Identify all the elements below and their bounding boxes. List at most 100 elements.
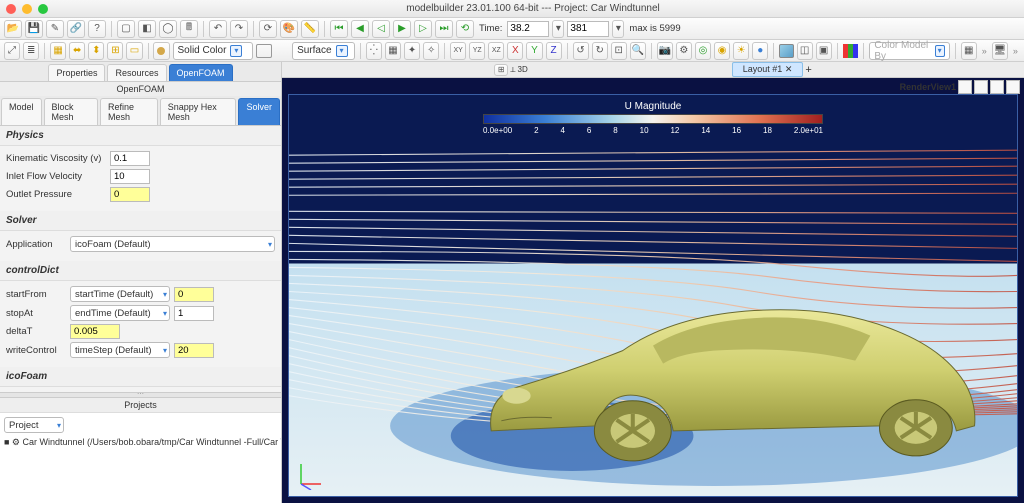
wireframe-icon[interactable]: ▦ xyxy=(385,42,401,60)
last-frame-icon[interactable]: ⏭ xyxy=(435,20,453,38)
axes-2d-icon[interactable]: ⟂ xyxy=(510,65,515,75)
box-tool-icon[interactable]: ▢ xyxy=(117,20,135,38)
viewport[interactable]: U Magnitude 0.0e+00246810121416182.0e+01 xyxy=(288,94,1018,497)
palette-icon[interactable]: 🎨 xyxy=(280,20,298,38)
project-tree-item[interactable]: ■ ⚙ Car Windtunnel (/Users/bob.obara/tmp… xyxy=(4,437,277,448)
redo-icon[interactable]: ↷ xyxy=(230,20,248,38)
tab-openfoam[interactable]: OpenFOAM xyxy=(169,64,233,81)
camera-icon[interactable]: 📷 xyxy=(657,42,673,60)
rotate-right-icon[interactable]: ↻ xyxy=(592,42,608,60)
frame-dd-icon[interactable]: ▾ xyxy=(612,20,624,38)
tab-properties[interactable]: Properties xyxy=(48,64,105,81)
split-v-icon[interactable]: ⬍ xyxy=(88,42,104,60)
add-layout-icon[interactable]: + xyxy=(805,64,811,76)
layout-tab[interactable]: Layout #1 ✕ xyxy=(732,62,804,77)
target-icon[interactable]: ◎ xyxy=(695,42,711,60)
rv-btn-3[interactable] xyxy=(990,80,1004,94)
open-icon[interactable]: 📂 xyxy=(4,20,22,38)
more-1-icon[interactable]: ✦ xyxy=(404,42,420,60)
wire-cube-icon[interactable]: ▣ xyxy=(816,42,832,60)
save-icon[interactable]: 💾 xyxy=(25,20,43,38)
assign-icon[interactable]: ▦ xyxy=(50,42,66,60)
compass-icon[interactable]: ◉ xyxy=(714,42,730,60)
help-icon[interactable]: ? xyxy=(88,20,106,38)
zoom-window-button[interactable] xyxy=(38,4,48,14)
layers-icon[interactable]: ≣ xyxy=(23,42,39,60)
inlet-input[interactable] xyxy=(110,169,150,184)
writecontrol-input[interactable] xyxy=(174,343,214,358)
grid-icon[interactable]: ⊞ xyxy=(107,42,123,60)
cube-tool-icon[interactable]: ◧ xyxy=(138,20,156,38)
kin-visc-input[interactable] xyxy=(110,151,150,166)
view-xy-icon[interactable]: XY xyxy=(450,42,466,60)
rv-btn-4[interactable] xyxy=(1006,80,1020,94)
sphere-tool-icon[interactable]: ◯ xyxy=(159,20,177,38)
color-swatch[interactable] xyxy=(153,42,169,60)
split-h-icon[interactable]: ⬌ xyxy=(69,42,85,60)
ruler-icon[interactable]: 📏 xyxy=(301,20,319,38)
minimize-window-button[interactable] xyxy=(22,4,32,14)
deltat-input[interactable] xyxy=(70,324,120,339)
time-input[interactable] xyxy=(507,21,549,37)
plane-icon[interactable]: ▭ xyxy=(126,42,142,60)
project-select[interactable]: Project xyxy=(4,417,64,433)
toolbar-overflow2-icon[interactable]: » xyxy=(1011,46,1020,56)
scatter-icon[interactable]: ⁛ xyxy=(366,42,382,60)
startfrom-input[interactable] xyxy=(174,287,214,302)
tab-block-mesh[interactable]: Block Mesh xyxy=(44,98,98,125)
color-button[interactable] xyxy=(256,44,272,58)
play-back-icon[interactable]: ◁ xyxy=(372,20,390,38)
startfrom-select[interactable]: startTime (Default) xyxy=(70,286,170,302)
toolbar-overflow-icon[interactable]: » xyxy=(980,46,989,56)
more-2-icon[interactable]: ✧ xyxy=(423,42,439,60)
tab-solver[interactable]: Solver xyxy=(238,98,280,125)
tab-model[interactable]: Model xyxy=(1,98,42,125)
display-dropdown[interactable]: Surface▾ xyxy=(292,42,355,60)
rotate-left-icon[interactable]: ↺ xyxy=(573,42,589,60)
stripe-icon[interactable] xyxy=(843,44,859,58)
axes-3d-icon[interactable]: 3D xyxy=(518,65,528,74)
layout-grid-icon[interactable]: ⊞ xyxy=(494,64,508,76)
view-y-icon[interactable]: Y xyxy=(526,42,542,60)
tab-refine-mesh[interactable]: Refine Mesh xyxy=(100,98,158,125)
view-xz-icon[interactable]: XZ xyxy=(488,42,504,60)
rv-btn-2[interactable] xyxy=(974,80,988,94)
isometric-icon[interactable] xyxy=(779,44,793,58)
next-frame-icon[interactable]: ▷ xyxy=(414,20,432,38)
fit-icon[interactable]: ⊡ xyxy=(611,42,627,60)
view-yz-icon[interactable]: YZ xyxy=(469,42,485,60)
table-icon[interactable]: ▦ xyxy=(961,42,977,60)
stopat-select[interactable]: endTime (Default) xyxy=(70,305,170,321)
edit-icon[interactable]: ✎ xyxy=(46,20,64,38)
first-frame-icon[interactable]: ⏮ xyxy=(330,20,348,38)
frame-input[interactable] xyxy=(567,21,609,37)
zoom-icon[interactable]: 🔍 xyxy=(630,42,646,60)
view-x-icon[interactable]: X xyxy=(507,42,523,60)
undo-icon[interactable]: ↶ xyxy=(209,20,227,38)
rv-btn-1[interactable] xyxy=(958,80,972,94)
prev-frame-icon[interactable]: ◀ xyxy=(351,20,369,38)
loop-icon[interactable]: ⟲ xyxy=(456,20,474,38)
writecontrol-select[interactable]: timeStep (Default) xyxy=(70,342,170,358)
light-icon[interactable]: ☀ xyxy=(733,42,749,60)
ball-icon[interactable]: ● xyxy=(752,42,768,60)
color-model-dropdown[interactable]: Color Model By▾ xyxy=(869,42,949,60)
play-icon[interactable]: ▶ xyxy=(393,20,411,38)
representation-dropdown[interactable]: Solid Color▾ xyxy=(173,42,253,60)
time-dd-icon[interactable]: ▾ xyxy=(552,20,564,38)
expand-icon[interactable]: ⤢ xyxy=(4,42,20,60)
close-window-button[interactable] xyxy=(6,4,16,14)
stopat-label: stopAt xyxy=(6,308,66,319)
tab-snappy-hex-mesh[interactable]: Snappy Hex Mesh xyxy=(160,98,237,125)
reload-icon[interactable]: ⟳ xyxy=(259,20,277,38)
application-select[interactable]: icoFoam (Default) xyxy=(70,236,275,252)
link-icon[interactable]: 🔗 xyxy=(67,20,85,38)
stopat-input[interactable] xyxy=(174,306,214,321)
settings-icon[interactable]: ⚙ xyxy=(676,42,692,60)
tab-resources[interactable]: Resources xyxy=(107,64,166,81)
monitor-icon[interactable]: 🖥 xyxy=(992,42,1008,60)
flat-cube-icon[interactable]: ◫ xyxy=(797,42,813,60)
outlet-input[interactable] xyxy=(110,187,150,202)
calc-icon[interactable]: 🖩 xyxy=(180,20,198,38)
view-z-icon[interactable]: Z xyxy=(546,42,562,60)
